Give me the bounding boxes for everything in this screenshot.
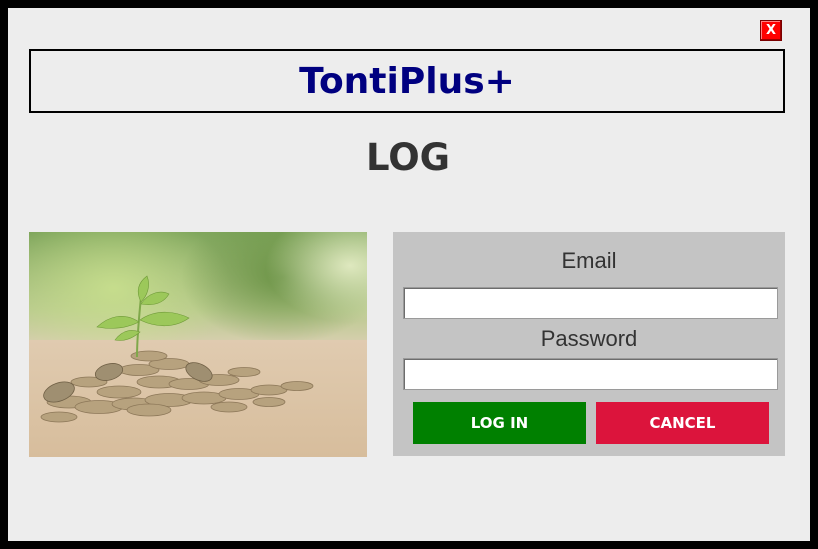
title-banner: TontiPlus+ — [29, 49, 785, 113]
plant-coins-image — [29, 232, 367, 457]
close-button[interactable]: X — [760, 20, 782, 41]
login-form-panel: Email Password LOG IN CANCEL — [393, 232, 785, 456]
login-window: X TontiPlus+ LOG Email Password LOG IN C… — [8, 8, 810, 541]
login-button[interactable]: LOG IN — [413, 402, 586, 444]
password-label: Password — [540, 326, 638, 351]
app-title: TontiPlus+ — [299, 60, 515, 102]
password-field[interactable] — [403, 358, 778, 390]
page-heading: LOG — [365, 136, 451, 179]
email-field[interactable] — [403, 287, 778, 319]
cancel-button[interactable]: CANCEL — [596, 402, 769, 444]
email-label: Email — [561, 248, 617, 273]
